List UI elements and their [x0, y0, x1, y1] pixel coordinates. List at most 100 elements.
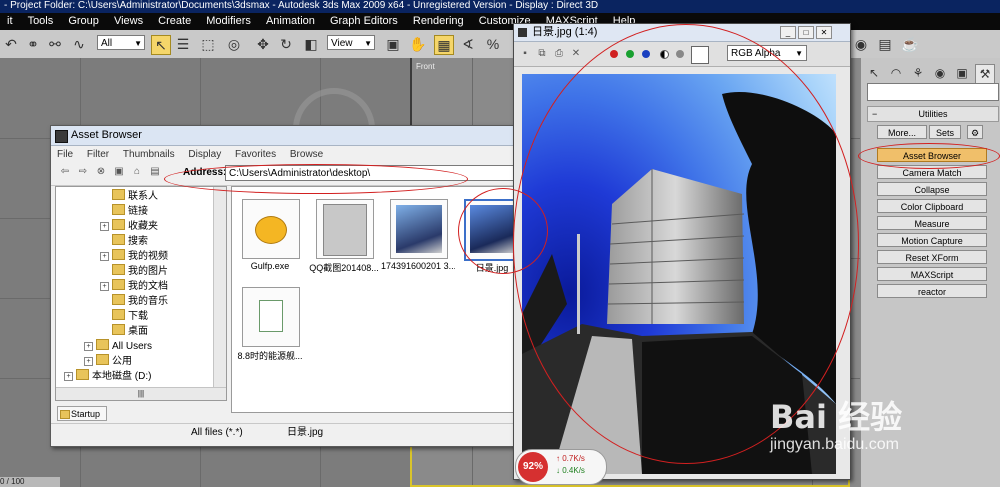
- utility-button-collapse[interactable]: Collapse: [877, 182, 987, 196]
- render-setup-icon[interactable]: ▤: [876, 35, 894, 53]
- material-editor-icon[interactable]: ◉: [852, 35, 870, 53]
- forward-icon[interactable]: ⇨: [77, 166, 89, 178]
- utility-button-camera-match[interactable]: Camera Match: [877, 165, 987, 179]
- clone-icon[interactable]: ⧉: [536, 48, 548, 60]
- tree-item[interactable]: 下载: [100, 309, 148, 324]
- reference-coord-dropdown[interactable]: View ▼: [327, 35, 375, 50]
- menu-item-edit[interactable]: it: [7, 13, 13, 30]
- expand-icon[interactable]: +: [100, 252, 109, 261]
- angle-snap-icon[interactable]: ∢: [459, 35, 477, 53]
- stop-icon[interactable]: ⊗: [95, 166, 107, 178]
- utility-button-reset-xform[interactable]: Reset XForm: [877, 250, 987, 264]
- folder-up-icon[interactable]: ▤: [149, 166, 161, 178]
- tree-item[interactable]: + 收藏夹: [100, 219, 158, 234]
- tab-utilities[interactable]: ⚒: [975, 64, 995, 84]
- name-field[interactable]: [867, 83, 999, 101]
- alpha-channel-icon[interactable]: [660, 50, 669, 59]
- utility-button-maxscript[interactable]: MAXScript: [877, 267, 987, 281]
- bind-spacewarp-icon[interactable]: ∿: [70, 35, 88, 53]
- file-thumbnail[interactable]: [242, 287, 300, 347]
- refresh-icon[interactable]: ▣: [113, 166, 125, 178]
- more-button[interactable]: More...: [877, 125, 927, 139]
- pivot-icon[interactable]: ▣: [384, 35, 402, 53]
- menu-file[interactable]: File: [57, 149, 73, 160]
- utility-button-reactor[interactable]: reactor: [877, 284, 987, 298]
- tree-item[interactable]: 桌面: [100, 324, 148, 339]
- menu-display[interactable]: Display: [188, 149, 221, 160]
- clear-icon[interactable]: ✕: [570, 48, 582, 60]
- tree-vertical-scrollbar[interactable]: [213, 187, 226, 387]
- expand-icon[interactable]: +: [100, 222, 109, 231]
- utilities-rollout-header[interactable]: − Utilities: [867, 106, 999, 122]
- file-thumbnail[interactable]: [242, 199, 300, 259]
- tree-item[interactable]: + All Users: [84, 339, 152, 354]
- expand-icon[interactable]: +: [84, 342, 93, 351]
- home-icon[interactable]: ⌂: [131, 166, 143, 178]
- utility-button-asset-browser[interactable]: Asset Browser: [877, 148, 987, 162]
- tree-item[interactable]: 搜索: [100, 234, 148, 249]
- render-frame-icon[interactable]: ☕: [901, 35, 919, 53]
- folder-tree[interactable]: 联系人 链接 + 收藏夹 搜索 + 我的视频 我的图片 + 我的文档 我的音乐 下载 桌面 + All Us…: [55, 186, 227, 401]
- tab-startup[interactable]: Startup: [57, 406, 107, 421]
- scale-icon[interactable]: ◧: [302, 35, 320, 53]
- rotate-icon[interactable]: ↻: [277, 35, 295, 53]
- menu-item-tools[interactable]: Tools: [28, 13, 54, 30]
- maximize-button[interactable]: □: [798, 26, 814, 39]
- unlink-icon[interactable]: ⚯: [46, 35, 64, 53]
- menu-item-animation[interactable]: Animation: [266, 13, 315, 30]
- swatch-icon[interactable]: [691, 46, 709, 64]
- tree-item[interactable]: 联系人: [100, 189, 158, 204]
- select-by-name-icon[interactable]: ☰: [174, 35, 192, 53]
- file-thumbnails[interactable]: Gulfp.exe QQ截图201408... 174391600201 3..…: [231, 186, 521, 413]
- back-icon[interactable]: ⇦: [59, 166, 71, 178]
- address-input[interactable]: C:\Users\Administrator\desktop\: [225, 165, 515, 181]
- expand-icon[interactable]: +: [100, 282, 109, 291]
- menu-item-graph-editors[interactable]: Graph Editors: [330, 13, 398, 30]
- select-link-icon[interactable]: ⚭: [24, 35, 42, 53]
- move-icon[interactable]: ✥: [254, 35, 272, 53]
- menu-item-views[interactable]: Views: [114, 13, 143, 30]
- menu-browse[interactable]: Browse: [290, 149, 323, 160]
- save-icon[interactable]: ▪: [519, 48, 531, 60]
- network-monitor[interactable]: 92% ↑ 0.7K/s ↓ 0.4K/s: [515, 449, 607, 485]
- tab-motion[interactable]: ◉: [931, 64, 949, 82]
- tree-horizontal-scrollbar[interactable]: |||: [56, 387, 226, 400]
- blue-channel-icon[interactable]: [642, 50, 650, 58]
- image-viewer-title-bar[interactable]: 日景.jpg (1:4) _ □ ✕: [514, 24, 850, 42]
- selection-filter-dropdown[interactable]: All ▼: [97, 35, 145, 50]
- expand-icon[interactable]: +: [84, 357, 93, 366]
- tree-item[interactable]: + 公用: [84, 354, 132, 369]
- menu-item-rendering[interactable]: Rendering: [413, 13, 464, 30]
- tree-item[interactable]: 我的音乐: [100, 294, 168, 309]
- configure-sets-icon[interactable]: ⚙: [967, 125, 983, 139]
- rect-selection-icon[interactable]: ⬚: [199, 35, 217, 53]
- tab-hierarchy[interactable]: ⚘: [909, 64, 927, 82]
- utility-button-measure[interactable]: Measure: [877, 216, 987, 230]
- minimize-button[interactable]: _: [780, 26, 796, 39]
- tree-item[interactable]: + 我的文档: [100, 279, 168, 294]
- asset-browser-title-bar[interactable]: Asset Browser: [51, 126, 521, 146]
- red-channel-icon[interactable]: [610, 50, 618, 58]
- window-crossing-icon[interactable]: ◎: [225, 35, 243, 53]
- tree-item[interactable]: + 我的视频: [100, 249, 168, 264]
- menu-item-group[interactable]: Group: [68, 13, 99, 30]
- sets-button[interactable]: Sets: [929, 125, 961, 139]
- green-channel-icon[interactable]: [626, 50, 634, 58]
- menu-thumbnails[interactable]: Thumbnails: [123, 149, 175, 160]
- tab-display[interactable]: ▣: [953, 64, 971, 82]
- utility-button-motion-capture[interactable]: Motion Capture: [877, 233, 987, 247]
- tree-item[interactable]: + 本地磁盘 (D:): [64, 369, 151, 384]
- file-thumbnail[interactable]: [316, 199, 374, 259]
- tab-modify[interactable]: ◠: [887, 64, 905, 82]
- close-button[interactable]: ✕: [816, 26, 832, 39]
- tab-create[interactable]: ↖: [865, 64, 883, 82]
- menu-item-modifiers[interactable]: Modifiers: [206, 13, 251, 30]
- file-thumbnail[interactable]: [390, 199, 448, 259]
- menu-favorites[interactable]: Favorites: [235, 149, 276, 160]
- undo-icon[interactable]: ↶: [2, 35, 20, 53]
- utility-button-color-clipboard[interactable]: Color Clipboard: [877, 199, 987, 213]
- percent-snap-icon[interactable]: %: [484, 35, 502, 53]
- select-manipulate-icon[interactable]: ✋: [409, 35, 427, 53]
- print-icon[interactable]: ⎙: [553, 48, 565, 60]
- menu-filter[interactable]: Filter: [87, 149, 109, 160]
